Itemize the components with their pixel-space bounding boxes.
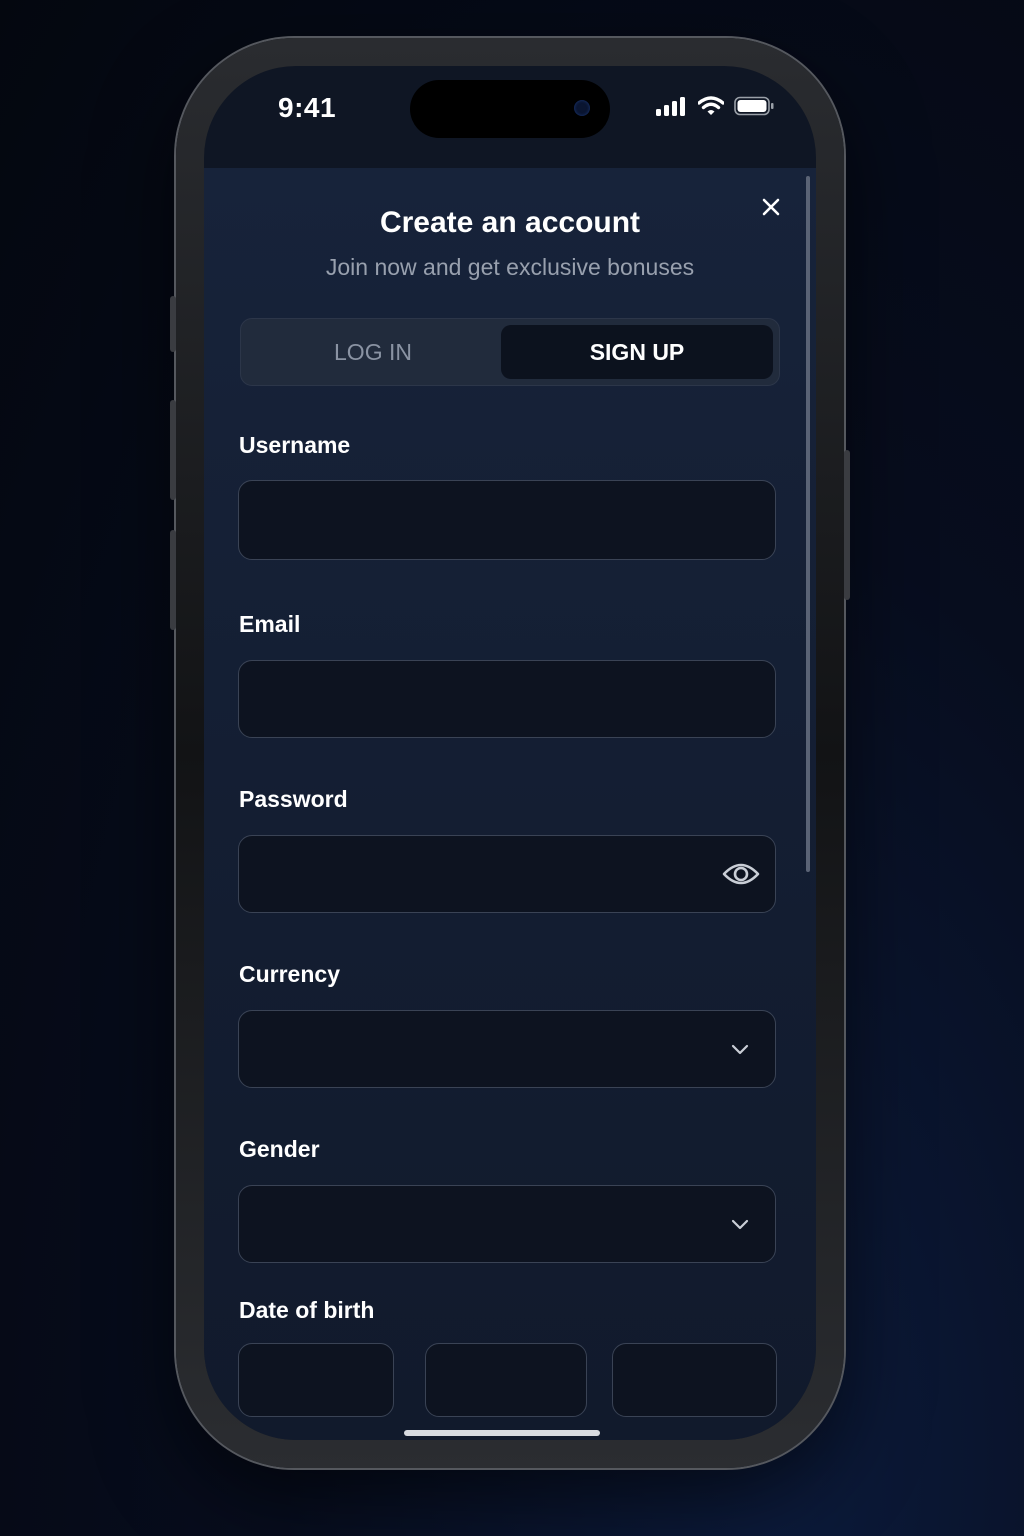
dynamic-island — [410, 80, 610, 138]
signup-sheet: Create an account Join now and get exclu… — [204, 168, 816, 1440]
dob-day-input[interactable] — [238, 1343, 394, 1417]
wifi-icon — [698, 96, 724, 115]
auth-tabs: LOG IN SIGN UP — [240, 318, 780, 386]
chevron-down-icon — [731, 1219, 749, 1230]
status-bar: 9:41 — [204, 66, 816, 168]
password-label: Password — [239, 786, 348, 812]
password-field[interactable] — [238, 835, 776, 913]
gender-label: Gender — [239, 1136, 320, 1162]
currency-select[interactable] — [238, 1010, 776, 1088]
home-indicator[interactable] — [404, 1430, 600, 1436]
currency-label: Currency — [239, 961, 340, 987]
chevron-down-icon — [731, 1044, 749, 1055]
eye-icon[interactable] — [721, 860, 761, 888]
dob-year-input[interactable] — [612, 1343, 777, 1417]
power-button — [844, 450, 850, 600]
page-subtitle: Join now and get exclusive bonuses — [325, 254, 695, 280]
tab-sign-up[interactable]: SIGN UP — [501, 325, 773, 379]
gender-select[interactable] — [238, 1185, 776, 1263]
volume-down-button — [170, 530, 176, 630]
volume-up-button — [170, 400, 176, 500]
date-of-birth-label: Date of birth — [239, 1297, 375, 1323]
battery-icon — [734, 96, 774, 116]
action-button — [170, 296, 176, 352]
phone-screen: 9:41 Create an account Join now and get … — [204, 66, 816, 1440]
status-time: 9:41 — [278, 92, 337, 123]
tab-log-in[interactable]: LOG IN — [247, 325, 499, 379]
email-field[interactable] — [238, 660, 776, 738]
username-label: Username — [239, 432, 351, 458]
status-icons — [656, 96, 774, 116]
username-input[interactable] — [238, 480, 776, 560]
dob-month-input[interactable] — [425, 1343, 587, 1417]
page-title: Create an account — [379, 206, 641, 239]
email-label: Email — [239, 611, 301, 637]
signal-icon — [656, 97, 685, 116]
camera-icon — [574, 100, 590, 116]
